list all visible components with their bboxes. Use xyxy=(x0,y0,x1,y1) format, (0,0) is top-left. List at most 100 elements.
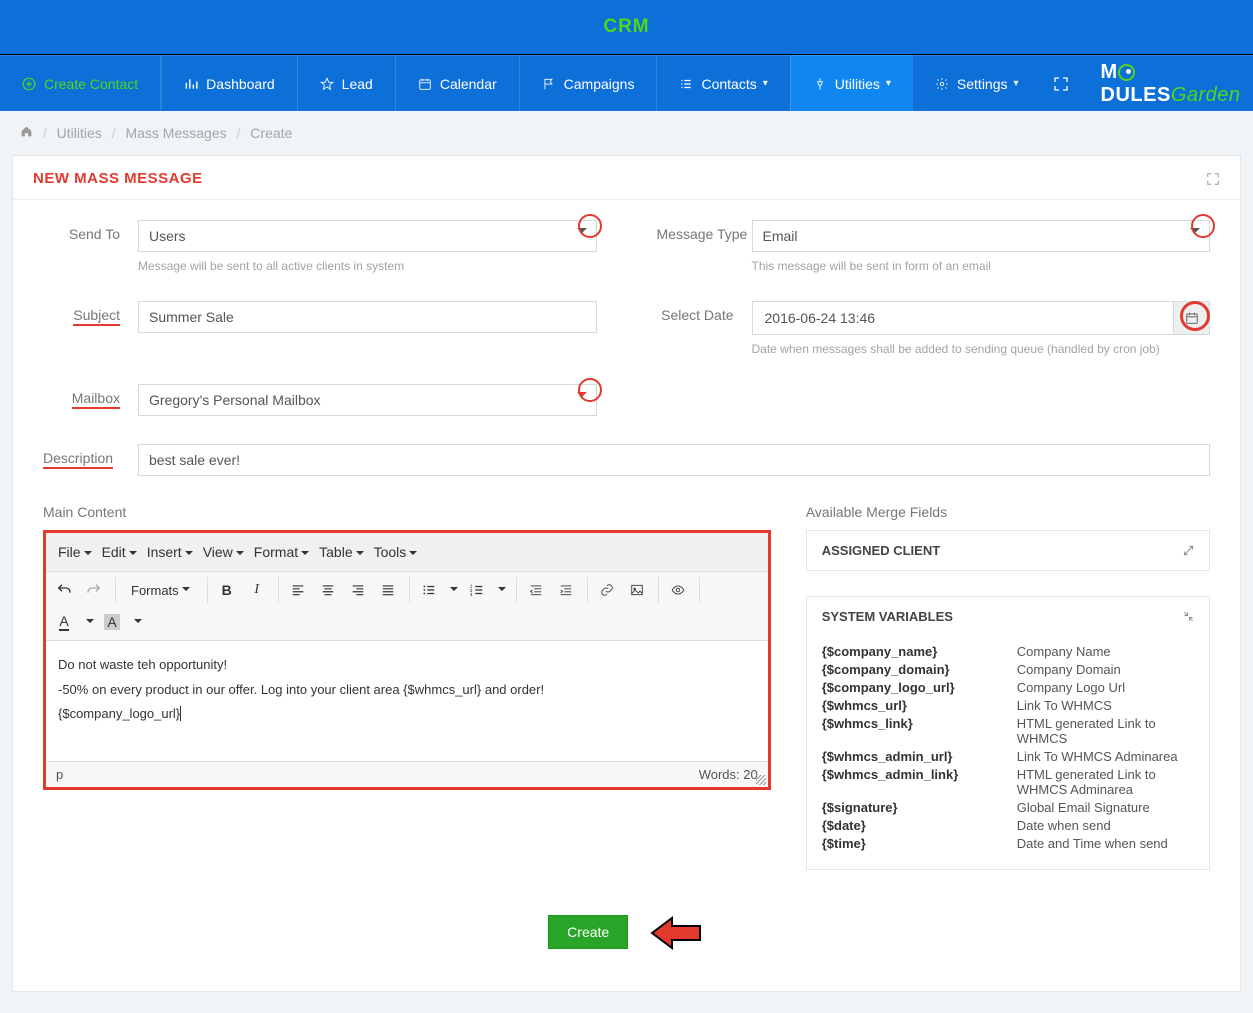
main-content-label: Main Content xyxy=(43,504,771,520)
send-to-label: Send To xyxy=(43,220,138,273)
bar-chart-icon xyxy=(184,77,198,91)
align-center-icon[interactable] xyxy=(315,577,341,603)
var-row: {$time}Date and Time when send xyxy=(822,836,1194,851)
indent-icon[interactable] xyxy=(553,577,579,603)
app-banner: CRM xyxy=(0,0,1253,55)
italic-icon[interactable]: I xyxy=(244,577,270,603)
menu-table[interactable]: Table xyxy=(315,539,367,565)
menu-format[interactable]: Format xyxy=(250,539,313,565)
calendar-icon xyxy=(418,77,432,91)
system-variables-title: SYSTEM VARIABLES xyxy=(822,609,953,624)
subject-label: Subject xyxy=(43,301,138,356)
description-input[interactable] xyxy=(138,444,1210,476)
nav-dashboard[interactable]: Dashboard xyxy=(161,55,297,111)
numbered-list-icon[interactable]: 123 xyxy=(464,577,490,603)
chevron-down-icon: ▾ xyxy=(1014,78,1019,89)
undo-icon[interactable] xyxy=(51,577,77,603)
nav-settings[interactable]: Settings▾ xyxy=(913,55,1041,111)
create-contact-label: Create Contact xyxy=(44,76,138,92)
panel-title: NEW MASS MESSAGE xyxy=(33,170,203,187)
pushpin-icon xyxy=(813,77,827,91)
subject-input[interactable] xyxy=(138,301,597,333)
mailbox-select[interactable]: Gregory's Personal Mailbox xyxy=(138,384,597,416)
link-icon[interactable] xyxy=(594,577,620,603)
list-dropdown-icon[interactable] xyxy=(446,577,460,603)
calendar-picker-button[interactable] xyxy=(1174,301,1210,335)
resize-handle-icon[interactable] xyxy=(756,775,766,785)
create-button[interactable]: Create xyxy=(548,915,628,949)
var-row: {$whmcs_admin_link}HTML generated Link t… xyxy=(822,767,1194,797)
bg-color-dropdown-icon[interactable] xyxy=(129,609,143,635)
var-row: {$whmcs_url}Link To WHMCS xyxy=(822,698,1194,713)
var-row: {$whmcs_link}HTML generated Link to WHMC… xyxy=(822,716,1194,746)
message-type-help: This message will be sent in form of an … xyxy=(752,259,1211,273)
list-icon xyxy=(679,77,693,91)
rich-text-editor: File Edit Insert View Format Table Tools xyxy=(43,530,771,790)
send-to-select[interactable]: Users xyxy=(138,220,597,252)
plus-circle-icon xyxy=(22,77,36,91)
align-right-icon[interactable] xyxy=(345,577,371,603)
var-row: {$whmcs_admin_url}Link To WHMCS Adminare… xyxy=(822,749,1194,764)
expand-diag-icon[interactable] xyxy=(1183,545,1194,556)
image-icon[interactable] xyxy=(624,577,650,603)
var-row: {$date}Date when send xyxy=(822,818,1194,833)
logo: MDULESGarden xyxy=(1101,61,1241,107)
var-row: {$company_name}Company Name xyxy=(822,644,1194,659)
breadcrumb-utilities[interactable]: Utilities xyxy=(57,125,102,141)
bg-color-icon[interactable]: A xyxy=(99,609,125,635)
numlist-dropdown-icon[interactable] xyxy=(494,577,508,603)
merge-fields-label: Available Merge Fields xyxy=(806,504,1210,520)
menu-tools[interactable]: Tools xyxy=(370,539,422,565)
system-variables-panel: SYSTEM VARIABLES {$company_name}Company … xyxy=(806,596,1210,870)
svg-text:3: 3 xyxy=(470,592,473,597)
align-justify-icon[interactable] xyxy=(375,577,401,603)
chevron-down-icon: ▾ xyxy=(763,78,768,89)
chevron-down-icon: ▾ xyxy=(886,78,891,89)
redo-icon[interactable] xyxy=(81,577,107,603)
nav-lead[interactable]: Lead xyxy=(297,55,395,111)
nav-utilities[interactable]: Utilities▾ xyxy=(790,55,913,111)
editor-path[interactable]: p xyxy=(56,767,63,782)
var-row: {$company_domain}Company Domain xyxy=(822,662,1194,677)
text-color-dropdown-icon[interactable] xyxy=(81,609,95,635)
breadcrumb-create: Create xyxy=(250,125,292,141)
star-icon xyxy=(320,77,334,91)
main-nav: Create Contact Dashboard Lead Calendar C… xyxy=(0,55,1253,111)
select-date-input[interactable] xyxy=(752,301,1175,335)
expand-icon[interactable] xyxy=(1206,172,1220,186)
fullscreen-icon[interactable] xyxy=(1053,76,1069,92)
editor-word-count: Words: 20 xyxy=(699,767,758,782)
message-type-label: Message Type xyxy=(657,220,752,273)
select-date-help: Date when messages shall be added to sen… xyxy=(752,342,1211,356)
select-date-label: Select Date xyxy=(657,301,752,356)
nav-calendar[interactable]: Calendar xyxy=(395,55,519,111)
gear-icon xyxy=(935,77,949,91)
nav-contacts[interactable]: Contacts▾ xyxy=(656,55,789,111)
outdent-icon[interactable] xyxy=(523,577,549,603)
mailbox-label: Mailbox xyxy=(43,384,138,416)
menu-edit[interactable]: Edit xyxy=(98,539,141,565)
menu-view[interactable]: View xyxy=(199,539,248,565)
formats-dropdown[interactable]: Formats xyxy=(122,577,199,603)
menu-file[interactable]: File xyxy=(54,539,96,565)
assigned-client-panel: ASSIGNED CLIENT xyxy=(806,530,1210,571)
breadcrumb-mass-messages[interactable]: Mass Messages xyxy=(125,125,226,141)
description-label: Description xyxy=(43,444,138,476)
app-title: CRM xyxy=(603,16,649,38)
nav-campaigns[interactable]: Campaigns xyxy=(519,55,657,111)
text-color-icon[interactable]: A xyxy=(51,609,77,635)
arrow-pointer-icon xyxy=(650,916,705,951)
message-type-select[interactable]: Email xyxy=(752,220,1211,252)
bullet-list-icon[interactable] xyxy=(416,577,442,603)
bold-icon[interactable]: B xyxy=(214,577,240,603)
home-icon[interactable] xyxy=(20,125,33,141)
menu-insert[interactable]: Insert xyxy=(143,539,197,565)
preview-icon[interactable] xyxy=(665,577,691,603)
flag-icon xyxy=(542,77,556,91)
align-left-icon[interactable] xyxy=(285,577,311,603)
create-contact-button[interactable]: Create Contact xyxy=(0,55,161,111)
editor-menubar: File Edit Insert View Format Table Tools xyxy=(46,533,768,572)
collapse-diag-icon[interactable] xyxy=(1183,611,1194,622)
editor-content[interactable]: Do not waste teh opportunity! -50% on ev… xyxy=(46,641,768,761)
send-to-help: Message will be sent to all active clien… xyxy=(138,259,597,273)
